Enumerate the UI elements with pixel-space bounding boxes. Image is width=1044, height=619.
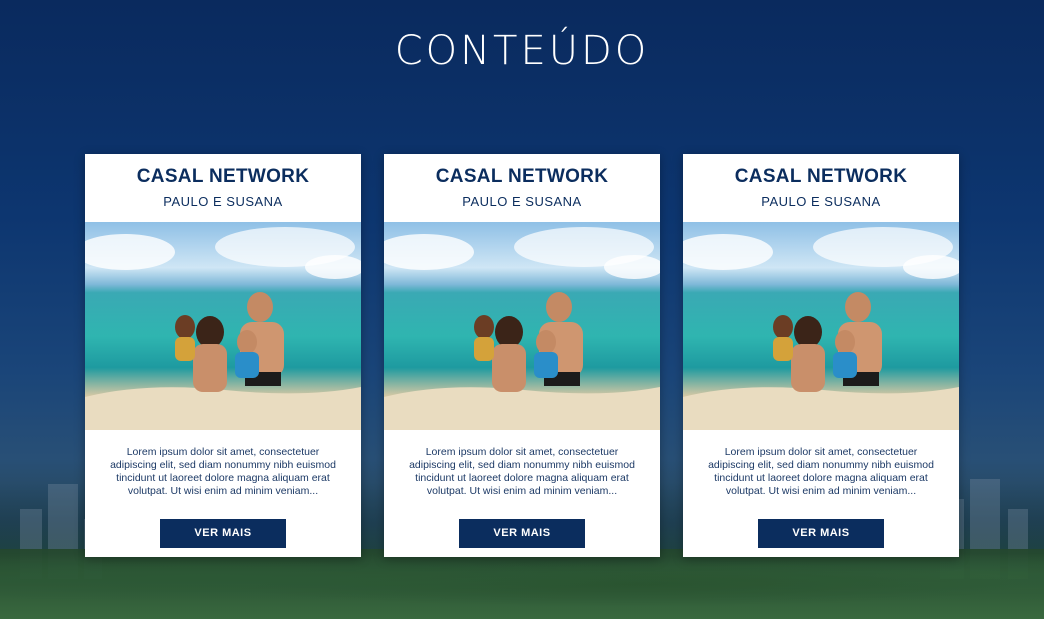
ver-mais-button[interactable]: VER MAIS — [459, 519, 585, 548]
section-title: CONTEÚDO — [394, 28, 650, 74]
cards-container: CASAL NETWORK PAULO E SUSANA Lorem ipsum… — [85, 154, 959, 557]
card-header: CASAL NETWORK PAULO E SUSANA — [384, 154, 660, 222]
card-description: Lorem ipsum dolor sit amet, consectetuer… — [110, 446, 336, 497]
card-header: CASAL NETWORK PAULO E SUSANA — [85, 154, 361, 222]
card-title: CASAL NETWORK — [734, 166, 908, 187]
card-description: Lorem ipsum dolor sit amet, consectetuer… — [409, 446, 635, 497]
card-header: CASAL NETWORK PAULO E SUSANA — [683, 154, 959, 222]
ver-mais-button[interactable]: VER MAIS — [160, 519, 286, 548]
couple-photo — [85, 222, 361, 430]
card-description: Lorem ipsum dolor sit amet, consectetuer… — [708, 446, 934, 497]
background-trees — [0, 549, 1044, 619]
card-title: CASAL NETWORK — [136, 166, 310, 187]
couple-card: CASAL NETWORK PAULO E SUSANA Lorem ipsum… — [85, 154, 361, 557]
couple-card: CASAL NETWORK PAULO E SUSANA Lorem ipsum… — [384, 154, 660, 557]
couple-card: CASAL NETWORK PAULO E SUSANA Lorem ipsum… — [683, 154, 959, 557]
couple-photo — [384, 222, 660, 430]
couple-photo — [683, 222, 959, 430]
card-title: CASAL NETWORK — [435, 166, 609, 187]
ver-mais-button[interactable]: VER MAIS — [758, 519, 884, 548]
card-subtitle: PAULO E SUSANA — [761, 194, 881, 209]
card-subtitle: PAULO E SUSANA — [163, 194, 283, 209]
card-subtitle: PAULO E SUSANA — [462, 194, 582, 209]
